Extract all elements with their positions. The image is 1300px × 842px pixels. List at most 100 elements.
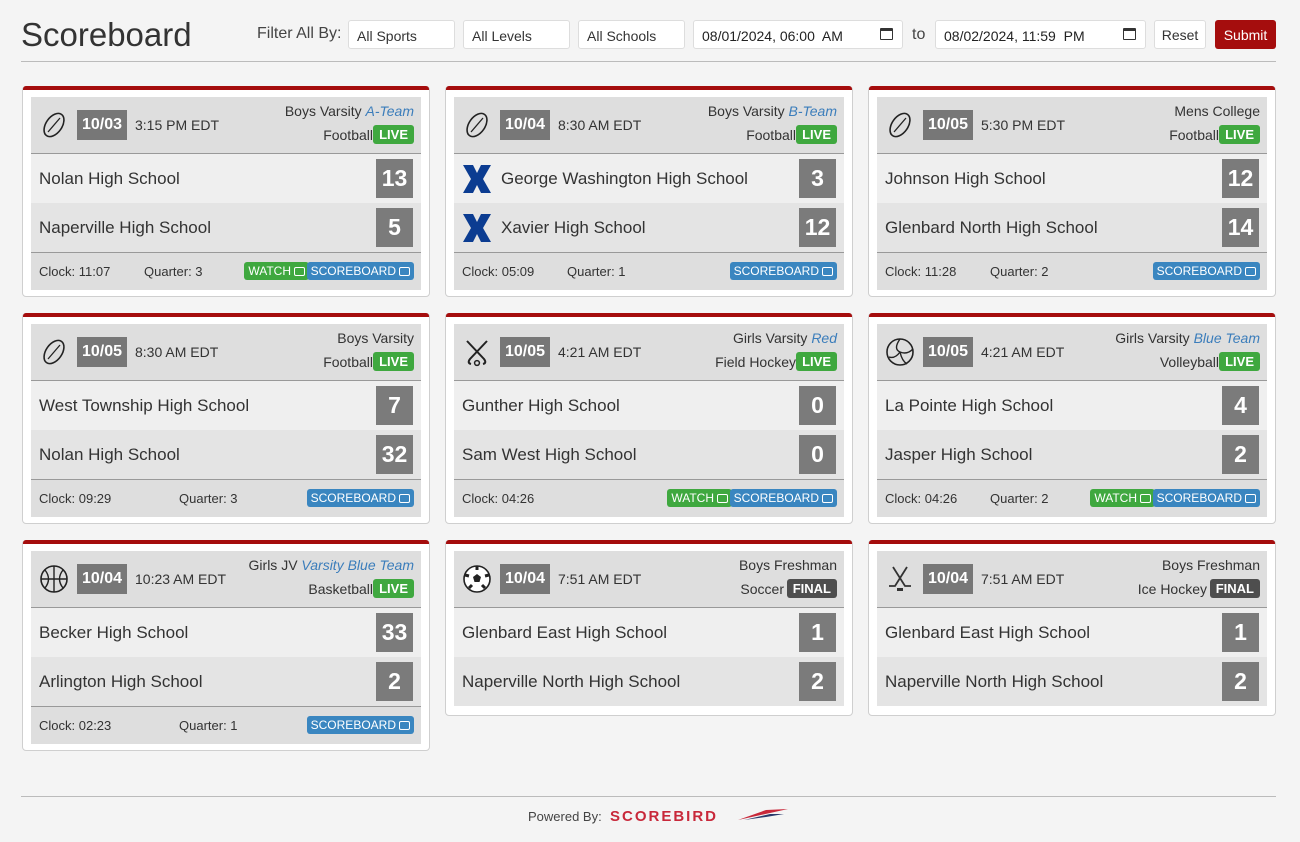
game-date: 10/05 — [77, 337, 127, 367]
game-card[interactable]: 10/05 4:21 AM EDT Girls Varsity Red Field H… — [445, 313, 853, 524]
game-clock: Clock: 04:26 — [885, 491, 958, 506]
game-footer: Clock: 04:26 Quarter: 2 WATCH SCOREBOARD — [877, 479, 1267, 517]
status-badge: LIVE — [373, 579, 414, 598]
team-link[interactable]: Red — [811, 330, 837, 346]
status-badge: LIVE — [1219, 352, 1260, 371]
game-card[interactable]: 10/04 8:30 AM EDT Boys Varsity B-Team Footb… — [445, 86, 853, 297]
team-score: 2 — [376, 662, 413, 701]
game-header: 10/04 10:23 AM EDT Girls JV Varsity Blue T… — [31, 551, 421, 608]
game-date: 10/05 — [923, 110, 973, 140]
team-row[interactable]: Naperville North High School 2 — [454, 657, 844, 706]
scorebird-logo[interactable]: SCOREBIRD — [610, 808, 718, 825]
scoreboard-button[interactable]: SCOREBOARD — [729, 489, 837, 507]
game-date: 10/04 — [77, 564, 127, 594]
game-time: 7:51 AM EDT — [981, 571, 1065, 587]
team-score: 32 — [376, 435, 413, 474]
schools-select[interactable]: All Schools — [578, 20, 685, 49]
scoreboard-icon — [1245, 266, 1256, 276]
team-row[interactable]: Glenbard East High School 1 — [877, 608, 1267, 657]
team-row[interactable]: La Pointe High School 4 — [877, 381, 1267, 430]
calendar-icon[interactable] — [880, 28, 893, 40]
game-card[interactable]: 10/05 4:21 AM EDT Girls Varsity Blue Team V… — [868, 313, 1276, 524]
game-level: Boys Varsity A-Team — [284, 103, 414, 119]
watch-button[interactable]: WATCH — [244, 262, 309, 280]
status-badge: LIVE — [373, 352, 414, 371]
team-row[interactable]: Glenbard East High School 1 — [454, 608, 844, 657]
submit-button[interactable]: Submit — [1215, 20, 1276, 49]
team-name: Naperville High School — [39, 217, 211, 237]
scoreboard-icon — [399, 493, 410, 503]
game-card[interactable]: 10/03 3:15 PM EDT Boys Varsity A-Team Footb… — [22, 86, 430, 297]
game-sport: Field Hockey — [715, 354, 796, 370]
scoreboard-icon — [399, 720, 410, 730]
football-icon — [43, 112, 65, 138]
team-row[interactable]: Nolan High School 32 — [31, 430, 421, 479]
school-logo-icon — [463, 214, 491, 242]
scoreboard-button[interactable]: SCOREBOARD — [1152, 262, 1260, 280]
game-header: 10/03 3:15 PM EDT Boys Varsity A-Team Footb… — [31, 97, 421, 154]
game-sport: Football — [746, 127, 796, 143]
watch-button[interactable]: WATCH — [667, 489, 732, 507]
scorebird-wing-icon — [738, 809, 788, 820]
game-time: 8:30 AM EDT — [558, 117, 642, 133]
game-header: 10/05 8:30 AM EDT Boys Varsity Football LIVE — [31, 324, 421, 381]
scoreboard-button[interactable]: SCOREBOARD — [306, 262, 414, 280]
team-name: Becker High School — [39, 622, 189, 642]
reset-button[interactable]: Reset — [1154, 20, 1206, 49]
game-footer: Clock: 04:26 WATCH SCOREBOARD — [454, 479, 844, 517]
game-clock: Clock: 04:26 — [462, 491, 535, 506]
team-link[interactable]: A-Team — [365, 103, 414, 119]
game-footer: Clock: 02:23 Quarter: 1 SCOREBOARD — [31, 706, 421, 744]
team-name: Naperville North High School — [462, 671, 681, 691]
team-score: 13 — [376, 159, 413, 198]
team-row[interactable]: Xavier High School 12 — [454, 203, 844, 252]
game-date: 10/04 — [500, 110, 550, 140]
school-logo-icon — [463, 165, 491, 193]
team-link[interactable]: Blue Team — [1194, 330, 1260, 346]
tv-icon — [294, 266, 305, 276]
game-card[interactable]: 10/04 7:51 AM EDT Boys Freshman Ice Hockey F… — [868, 540, 1276, 716]
game-level: Girls Varsity Red — [733, 330, 837, 346]
from-date-input[interactable]: 08/01/2024, 06:00 AM — [693, 20, 903, 49]
tv-icon — [717, 493, 728, 503]
team-row[interactable]: West Township High School 7 — [31, 381, 421, 430]
levels-select[interactable]: All Levels — [463, 20, 570, 49]
sports-select[interactable]: All Sports — [348, 20, 455, 49]
game-card[interactable]: 10/05 5:30 PM EDT Mens College Football LIVE… — [868, 86, 1276, 297]
team-row[interactable]: Sam West High School 0 — [454, 430, 844, 479]
team-row[interactable]: Naperville North High School 2 — [877, 657, 1267, 706]
team-link[interactable]: Varsity Blue Team — [301, 557, 414, 573]
scoreboard-button[interactable]: SCOREBOARD — [1152, 489, 1260, 507]
team-row[interactable]: Johnson High School 12 — [877, 154, 1267, 203]
game-level: Boys Freshman — [738, 557, 837, 573]
game-header: 10/04 8:30 AM EDT Boys Varsity B-Team Footb… — [454, 97, 844, 154]
game-header: 10/04 7:51 AM EDT Boys Freshman Ice Hockey F… — [877, 551, 1267, 608]
game-sport: Soccer — [740, 581, 784, 597]
calendar-icon[interactable] — [1123, 28, 1136, 40]
team-link[interactable]: B-Team — [788, 103, 837, 119]
page-footer: Powered By: SCOREBIRD — [21, 796, 1276, 842]
team-row[interactable]: Nolan High School 13 — [31, 154, 421, 203]
game-card[interactable]: 10/04 10:23 AM EDT Girls JV Varsity Blue T… — [22, 540, 430, 751]
scoreboard-button[interactable]: SCOREBOARD — [306, 716, 414, 734]
team-row[interactable]: Jasper High School 2 — [877, 430, 1267, 479]
scoreboard-button[interactable]: SCOREBOARD — [729, 262, 837, 280]
watch-button[interactable]: WATCH — [1090, 489, 1155, 507]
team-score: 1 — [799, 613, 836, 652]
game-sport: Football — [323, 354, 373, 370]
scoreboard-button[interactable]: SCOREBOARD — [306, 489, 414, 507]
team-row[interactable]: George Washington High School 3 — [454, 154, 844, 203]
status-badge: LIVE — [1219, 125, 1260, 144]
game-card[interactable]: 10/04 7:51 AM EDT Boys Freshman Soccer FINAL… — [445, 540, 853, 716]
team-row[interactable]: Glenbard North High School 14 — [877, 203, 1267, 252]
to-date-input[interactable]: 08/02/2024, 11:59 PM — [935, 20, 1146, 49]
game-quarter: Quarter: 3 — [179, 491, 238, 506]
football-icon — [889, 112, 911, 138]
game-card[interactable]: 10/05 8:30 AM EDT Boys Varsity Football LIVE… — [22, 313, 430, 524]
team-row[interactable]: Arlington High School 2 — [31, 657, 421, 706]
team-row[interactable]: Becker High School 33 — [31, 608, 421, 657]
team-row[interactable]: Gunther High School 0 — [454, 381, 844, 430]
team-row[interactable]: Naperville High School 5 — [31, 203, 421, 252]
game-time: 8:30 AM EDT — [135, 344, 219, 360]
team-score: 14 — [1222, 208, 1259, 247]
